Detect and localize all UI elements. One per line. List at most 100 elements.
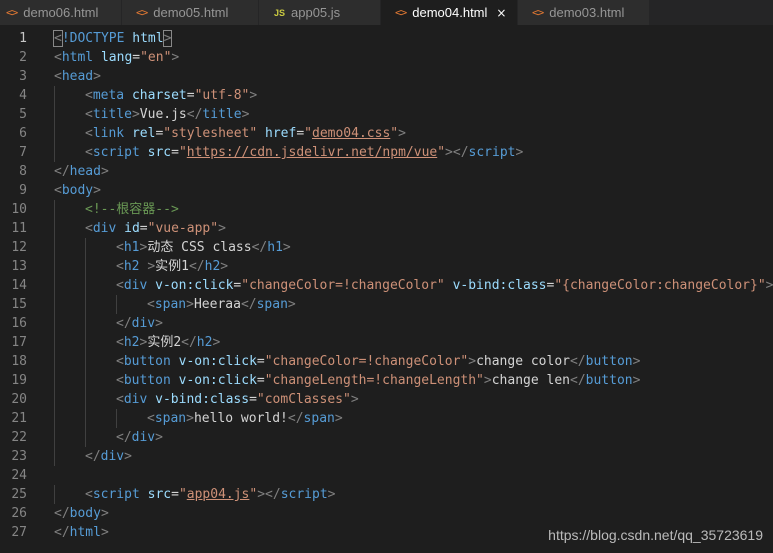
code-line[interactable]: 8 </head> [0,162,773,181]
code-token: > [186,297,194,312]
code-token: < [85,88,93,103]
code-token: > [100,506,109,521]
code-token: div [92,221,117,236]
code-line[interactable]: 18 <button v-on:click="changeColor=!chang… [0,352,773,371]
code-token: > [186,411,194,426]
code-token: </ [251,240,268,255]
code-token: </ [54,506,70,521]
indent-guide [54,105,55,124]
code-token: = [296,126,305,141]
tab-demo04-html[interactable]: <> demo04.html × [381,0,518,25]
code-line[interactable]: 22 </div> [0,428,773,447]
code-token: < [116,392,124,407]
code-line[interactable]: 4 <meta charset="utf-8"> [0,86,773,105]
html-file-icon: <> [136,6,148,19]
code-token: src [147,145,172,160]
code-token[interactable]: demo04.css [312,126,390,141]
code-token: h2 [204,259,221,274]
code-line[interactable]: 9 <body> [0,181,773,200]
code-line[interactable]: 14 <div v-on:click="changeColor=!changeCo… [0,276,773,295]
code-token: > [350,392,359,407]
code-line[interactable]: 10 <!--根容器--> [0,200,773,219]
indent-guide [85,276,86,295]
indent-guide [54,314,55,333]
tab-demo03-html[interactable]: <> demo03.html [518,0,650,25]
code-line[interactable]: 2 <html lang="en"> [0,48,773,67]
code-line[interactable]: 15 <span>Heeraa</span> [0,295,773,314]
code-token: " [178,487,187,502]
code-token: </ [54,164,70,179]
js-file-icon: JS [274,7,286,18]
code-token: < [116,240,124,255]
indent-guide [85,352,86,371]
code-token: < [116,354,124,369]
code-token: > [334,411,343,426]
code-token: > [100,525,109,540]
indent-guide [54,333,55,352]
code-token: !DOCTYPE [61,31,125,46]
code-text: <body> [54,181,101,200]
code-line[interactable]: 13 <h2 >实例1</h2> [0,257,773,276]
indent-guide [54,143,55,162]
code-token: < [116,278,124,293]
code-line[interactable]: 25 <script src="app04.js"></script> [0,485,773,504]
code-line[interactable]: 23 </div> [0,447,773,466]
code-line[interactable]: 3 <head> [0,67,773,86]
tab-label: demo04.html [412,5,488,20]
tab-demo06-html[interactable]: <> demo06.html [0,0,122,25]
code-token: v-bind:class [452,278,547,293]
code-line[interactable]: 24 [0,466,773,485]
code-token: button [585,354,633,369]
code-token: </ [240,297,257,312]
indent-guide [54,124,55,143]
code-line[interactable]: 12 <h1>动态 CSS class</h1> [0,238,773,257]
code-token[interactable]: app04.js [187,487,250,502]
code-token: </ [570,373,586,388]
code-line[interactable]: 6 <link rel="stylesheet" href="demo04.css… [0,124,773,143]
code-line[interactable]: 26 </body> [0,504,773,523]
line-number: 11 [11,221,27,236]
line-number: 21 [11,411,27,426]
code-token: > [483,373,492,388]
indent-guide [116,409,117,428]
tab-demo05-html[interactable]: <> demo05.html [122,0,259,25]
code-token: head [69,164,101,179]
code-text: <div v-bind:class="comClasses"> [116,390,359,409]
watermark: https://blog.csdn.net/qq_35723619 [548,527,763,543]
code-editor[interactable]: 1 <!DOCTYPE html> 2 <html lang="en"> 3 <head>… [0,25,773,553]
line-number: 19 [11,373,27,388]
code-line[interactable]: 19 <button v-on:click="changeLength=!chan… [0,371,773,390]
code-line[interactable]: 20 <div v-bind:class="comClasses"> [0,390,773,409]
code-line[interactable]: 11 <div id="vue-app"> [0,219,773,238]
code-line[interactable]: 17 <h2>实例2</h2> [0,333,773,352]
code-token: "vue-app" [147,221,219,236]
close-icon[interactable]: × [496,6,506,20]
code-line[interactable]: 16 </div> [0,314,773,333]
code-token: span [154,297,187,312]
tab-label: demo03.html [549,5,625,20]
code-line[interactable]: 21 <span>hello world!</span> [0,409,773,428]
indent-guide [85,295,86,314]
line-number: 14 [11,278,27,293]
indent-guide [54,219,55,238]
code-token: div [123,278,148,293]
code-line[interactable]: 5 <title>Vue.js</title> [0,105,773,124]
code-token: < [147,411,155,426]
code-token[interactable]: https://cdn.jsdelivr.net/npm/vue [187,145,437,160]
code-token: "comClasses" [256,392,351,407]
tab-label: app05.js [291,5,341,20]
code-line[interactable]: 1 <!DOCTYPE html> [0,29,773,48]
code-line[interactable]: 7 <script src="https://cdn.jsdelivr.net/n… [0,143,773,162]
code-token: rel [131,126,156,141]
tab-app05-js[interactable]: JS app05.js [259,0,381,25]
tab-label: demo06.html [23,5,99,20]
line-number: 10 [11,202,27,217]
code-token: > [171,50,180,65]
code-token: > [327,487,336,502]
line-number: 26 [11,506,27,521]
html-file-icon: <> [532,6,544,19]
code-token: span [303,411,335,426]
code-token: < [54,69,62,84]
